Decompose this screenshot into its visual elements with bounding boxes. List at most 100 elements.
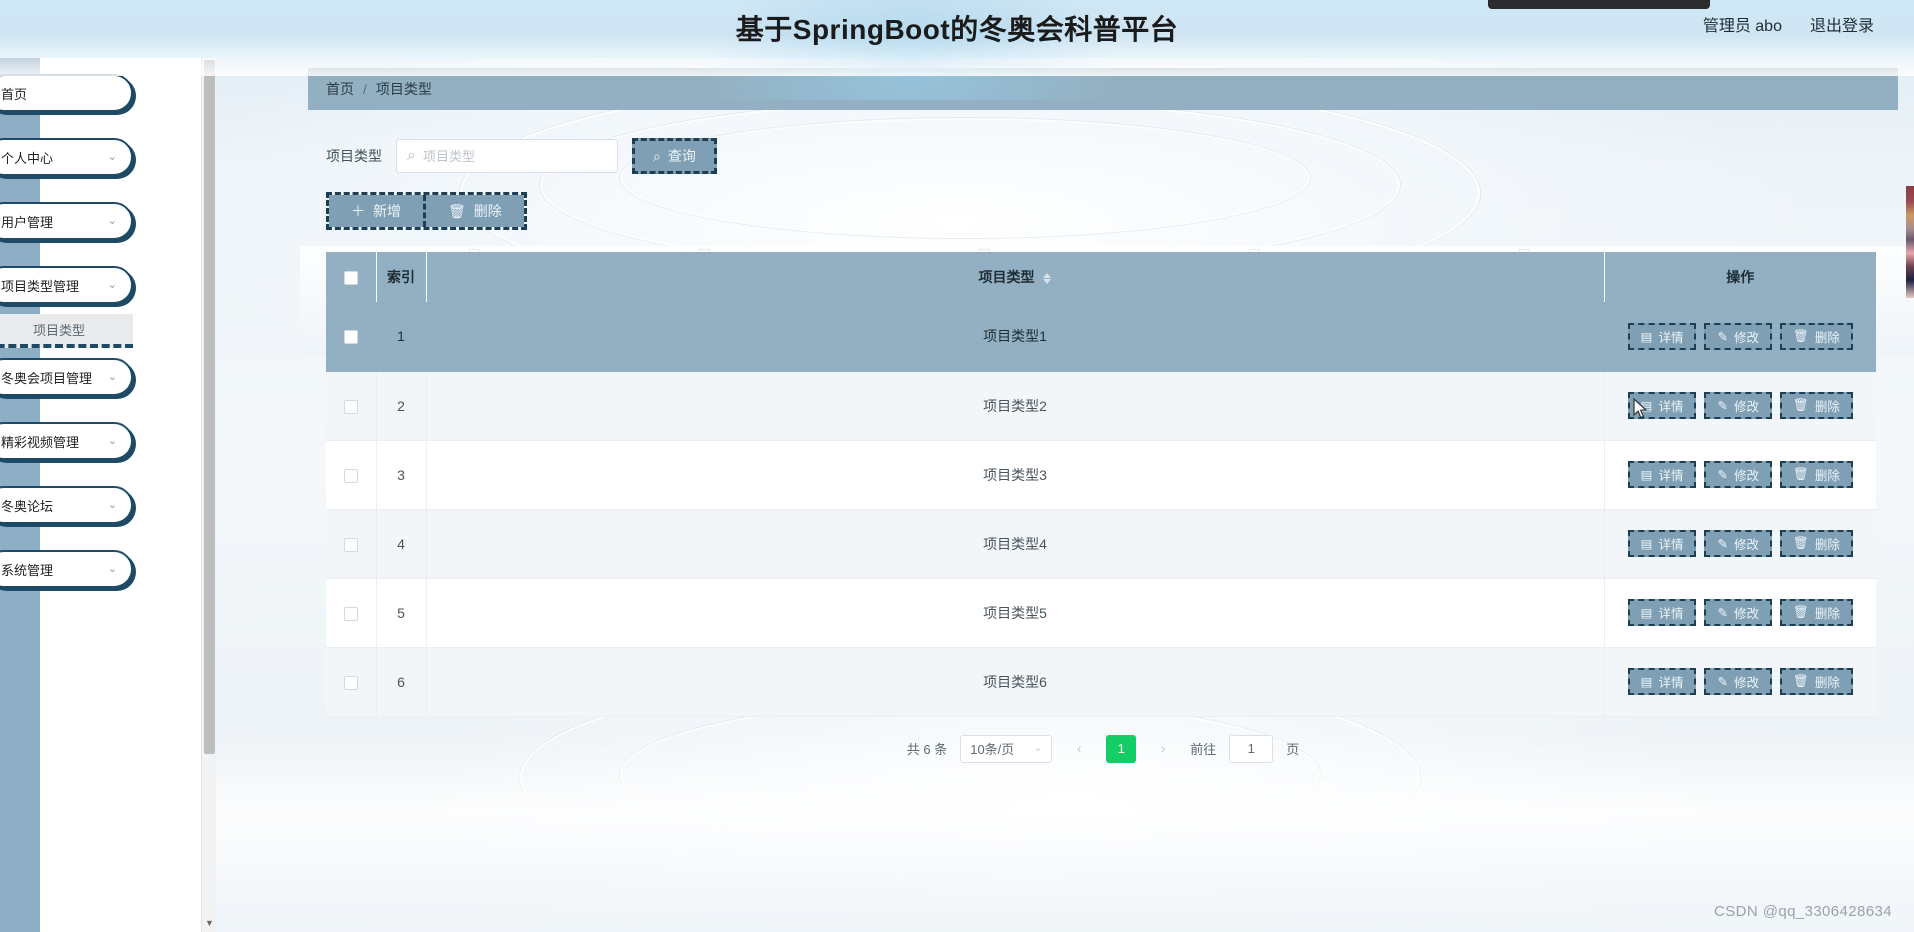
right-edge-artifact (1906, 186, 1914, 298)
chevron-down-icon: ⌄ (107, 562, 117, 575)
sidebar-item-home[interactable]: 首页 (0, 74, 133, 112)
edit-button[interactable]: ✎ 修改 (1704, 530, 1772, 557)
edit-button[interactable]: ✎ 修改 (1704, 668, 1772, 695)
jump-prefix-label: 前往 (1190, 742, 1217, 757)
scroll-down-arrow-icon[interactable]: ▼ (202, 914, 217, 932)
delete-row-button[interactable]: 🗑 删除 (1779, 392, 1853, 419)
delete-row-button[interactable]: 🗑 删除 (1779, 668, 1853, 695)
detail-button[interactable]: ▤ 详情 (1627, 322, 1697, 350)
sidebar-item-label: 冬奥论坛 (1, 498, 54, 514)
sidebar-item-video-management[interactable]: 精彩视频管理 ⌄ (0, 422, 133, 460)
sidebar-scrollbar[interactable]: ▼ (201, 58, 216, 932)
row-type-cell: 项目类型3 (426, 440, 1605, 510)
breadcrumb-home[interactable]: 首页 (326, 79, 354, 99)
toolbar: ＋ 新增 🗑 删除 (308, 192, 1898, 230)
edit-button-label: 修改 (1733, 676, 1759, 690)
delete-row-button[interactable]: 🗑 删除 (1779, 461, 1853, 488)
row-checkbox[interactable] (343, 399, 358, 414)
detail-button-label: 详情 (1658, 538, 1684, 552)
delete-row-button-label: 删除 (1814, 400, 1840, 414)
edit-button-label: 修改 (1733, 469, 1759, 483)
document-icon: ▤ (1640, 468, 1653, 482)
scrollbar-thumb[interactable] (204, 60, 215, 754)
row-select-cell (326, 647, 377, 717)
delete-row-button[interactable]: 🗑 删除 (1779, 322, 1853, 350)
add-button[interactable]: ＋ 新增 (329, 195, 423, 227)
row-index-cell: 5 (376, 578, 427, 648)
column-header-type-label: 项目类型 (978, 269, 1035, 285)
pencil-icon: ✎ (1717, 329, 1728, 344)
watermark: CSDN @qq_3306428634 (1714, 903, 1892, 920)
row-checkbox[interactable] (343, 330, 358, 345)
row-index-cell: 2 (376, 371, 427, 441)
sidebar: 首页 个人中心 ⌄ 用户管理 ⌄ 项目类型管理 ⌄ 项目类型 冬奥会项目管理 ⌄ (0, 58, 208, 932)
sidebar-item-user-management[interactable]: 用户管理 ⌄ (0, 202, 133, 240)
select-all-checkbox[interactable] (343, 271, 358, 286)
detail-button[interactable]: ▤ 详情 (1627, 461, 1697, 488)
row-checkbox[interactable] (343, 537, 358, 552)
query-button-label: 查询 (667, 148, 696, 164)
table-body: 1 项目类型1 ▤ 详情 ✎ 修改 🗑 删除 2 项目类型2 ▤ 详情 ✎ 修改 🗑 删除 3 项目类型3 ▤ 详情 ✎… (326, 302, 1876, 717)
row-checkbox[interactable] (343, 675, 358, 690)
search-box[interactable]: ⌕ (396, 139, 618, 173)
column-header-type[interactable]: 项目类型 (426, 252, 1605, 302)
table-row[interactable]: 6 项目类型6 ▤ 详情 ✎ 修改 🗑 删除 (326, 647, 1876, 717)
delete-button[interactable]: 🗑 删除 (423, 195, 524, 227)
row-type-cell: 项目类型6 (426, 647, 1605, 717)
row-checkbox[interactable] (343, 606, 358, 621)
table-row[interactable]: 5 项目类型5 ▤ 详情 ✎ 修改 🗑 删除 (326, 578, 1876, 648)
edit-button-label: 修改 (1733, 330, 1759, 345)
edit-button-label: 修改 (1733, 538, 1759, 552)
edit-button[interactable]: ✎ 修改 (1704, 392, 1772, 419)
delete-row-button[interactable]: 🗑 删除 (1779, 599, 1853, 626)
jump-page-input[interactable] (1229, 734, 1274, 763)
table-row[interactable]: 1 项目类型1 ▤ 详情 ✎ 修改 🗑 删除 (326, 302, 1876, 372)
chevron-down-icon: ⌄ (107, 214, 117, 227)
pencil-icon: ✎ (1717, 537, 1728, 551)
pencil-icon: ✎ (1717, 468, 1728, 482)
detail-button[interactable]: ▤ 详情 (1627, 530, 1697, 557)
search-input[interactable] (422, 148, 607, 164)
trash-icon: 🗑 (1792, 536, 1809, 550)
row-actions-cell: ▤ 详情 ✎ 修改 🗑 删除 (1604, 578, 1876, 648)
logout-link[interactable]: 退出登录 (1810, 12, 1874, 36)
sidebar-item-forum[interactable]: 冬奥论坛 ⌄ (0, 486, 133, 524)
edit-button[interactable]: ✎ 修改 (1704, 322, 1772, 350)
sort-icon[interactable] (1043, 272, 1052, 284)
sidebar-item-olympic-project-management[interactable]: 冬奥会项目管理 ⌄ (0, 358, 133, 396)
sidebar-item-label: 精彩视频管理 (1, 434, 80, 450)
row-checkbox[interactable] (343, 468, 358, 483)
query-button[interactable]: ⌕ 查询 (632, 138, 717, 174)
sidebar-subitem-project-type[interactable]: 项目类型 (0, 314, 133, 348)
row-select-cell (326, 440, 377, 510)
edit-button[interactable]: ✎ 修改 (1704, 461, 1772, 488)
total-count-label: 共 6 条 (906, 742, 948, 757)
chevron-down-icon: ⌄ (107, 434, 117, 447)
column-header-actions: 操作 (1604, 252, 1876, 302)
delete-row-button-label: 删除 (1814, 676, 1840, 690)
chevron-down-icon: ⌄ (107, 498, 117, 511)
select-all-header (326, 252, 377, 302)
sidebar-item-system-management[interactable]: 系统管理 ⌄ (0, 550, 133, 588)
edit-button[interactable]: ✎ 修改 (1704, 599, 1772, 626)
chevron-down-icon: ⌄ (1033, 743, 1043, 754)
row-index-cell: 1 (376, 302, 427, 372)
table-row[interactable]: 3 项目类型3 ▤ 详情 ✎ 修改 🗑 删除 (326, 440, 1876, 510)
trash-icon: 🗑 (1792, 467, 1809, 481)
page-number-1[interactable]: 1 (1106, 734, 1137, 763)
page-size-value: 10条/页 (970, 742, 1015, 757)
table-row[interactable]: 4 项目类型4 ▤ 详情 ✎ 修改 🗑 删除 (326, 509, 1876, 579)
document-icon: ▤ (1640, 606, 1653, 620)
prev-page-button[interactable]: ‹ (1065, 735, 1093, 763)
sidebar-item-personal-center[interactable]: 个人中心 ⌄ (0, 138, 133, 176)
detail-button[interactable]: ▤ 详情 (1627, 599, 1697, 626)
delete-row-button[interactable]: 🗑 删除 (1779, 530, 1853, 557)
row-type-cell: 项目类型2 (426, 371, 1605, 441)
page-size-select[interactable]: 10条/页 ⌄ (960, 734, 1053, 763)
pencil-icon: ✎ (1717, 606, 1728, 620)
next-page-button[interactable]: › (1149, 735, 1177, 763)
detail-button[interactable]: ▤ 详情 (1627, 668, 1697, 695)
sidebar-item-project-type-management[interactable]: 项目类型管理 ⌄ (0, 266, 133, 304)
filter-bar: 项目类型 ⌕ ⌕ 查询 (308, 138, 1898, 174)
row-select-cell (326, 578, 377, 648)
